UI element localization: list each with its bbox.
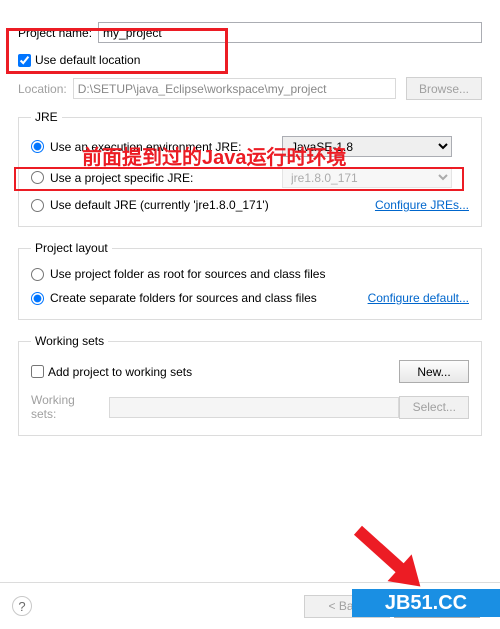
location-label: Location: — [18, 82, 67, 96]
layout-separate-radio[interactable] — [31, 292, 44, 305]
configure-default-link[interactable]: Configure default... — [368, 291, 469, 305]
project-name-label: Project name: — [18, 26, 92, 40]
jre-legend: JRE — [31, 110, 62, 124]
add-to-working-sets-label: Add project to working sets — [48, 365, 192, 379]
project-layout-legend: Project layout — [31, 241, 112, 255]
working-sets-select-label: Working sets: — [31, 393, 103, 421]
jre-default-radio[interactable] — [31, 199, 44, 212]
jre-default-label: Use default JRE (currently 'jre1.8.0_171… — [50, 198, 269, 212]
layout-root-radio[interactable] — [31, 268, 44, 281]
jre-specific-label: Use a project specific JRE: — [50, 171, 282, 185]
layout-root-label: Use project folder as root for sources a… — [50, 267, 325, 281]
browse-button: Browse... — [406, 77, 482, 100]
working-sets-select-button: Select... — [399, 396, 469, 419]
annotation-arrow — [354, 526, 408, 576]
jre-exec-env-radio[interactable] — [31, 140, 44, 153]
project-layout-group: Project layout Use project folder as roo… — [18, 241, 482, 320]
jre-specific-radio[interactable] — [31, 171, 44, 184]
project-name-input[interactable] — [98, 22, 482, 43]
layout-separate-label: Create separate folders for sources and … — [50, 291, 317, 305]
jre-specific-select: jre1.8.0_171 — [282, 167, 452, 188]
working-sets-select — [109, 397, 400, 418]
working-sets-group: Working sets Add project to working sets… — [18, 334, 482, 436]
location-input — [73, 78, 396, 99]
watermark: JB51.CC — [352, 589, 500, 617]
help-icon[interactable]: ? — [12, 596, 32, 616]
jre-exec-env-label: Use an execution environment JRE: — [50, 140, 282, 154]
working-sets-new-button[interactable]: New... — [399, 360, 469, 383]
jre-group: JRE Use an execution environment JRE: Ja… — [18, 110, 482, 227]
use-default-location-label: Use default location — [35, 53, 140, 67]
working-sets-legend: Working sets — [31, 334, 108, 348]
configure-jres-link[interactable]: Configure JREs... — [375, 198, 469, 212]
add-to-working-sets-checkbox[interactable] — [31, 365, 44, 378]
jre-exec-env-select[interactable]: JavaSE-1.8 — [282, 136, 452, 157]
use-default-location-checkbox[interactable] — [18, 54, 31, 67]
